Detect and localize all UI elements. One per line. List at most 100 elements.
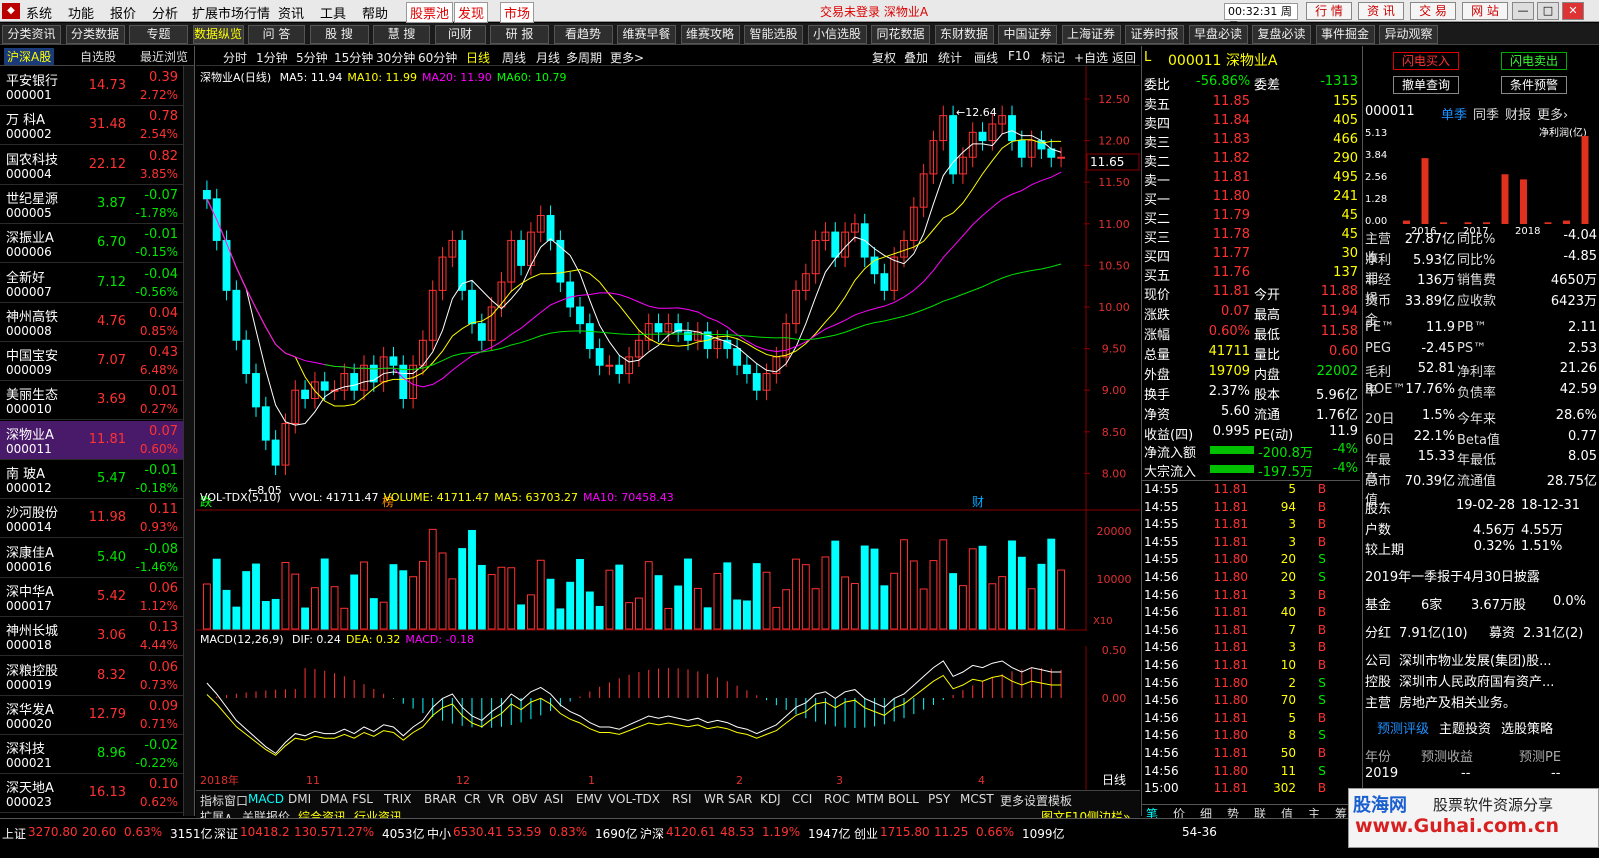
chart-tool-button[interactable]: 标记 [1041, 49, 1065, 66]
period-tab[interactable]: 月线 [536, 49, 560, 66]
period-tab[interactable]: 30分钟 [376, 49, 415, 66]
indicator-tab[interactable]: OBV [512, 792, 538, 806]
index-name[interactable]: 中小 [427, 825, 451, 842]
fin-tab[interactable]: 同季 [1473, 104, 1499, 123]
chart-tool-button[interactable]: 统计 [938, 49, 962, 66]
toolbar-button[interactable]: 慧 搜 [373, 25, 430, 44]
order-query-button[interactable]: 撤单查询 [1393, 76, 1459, 94]
ask-row[interactable]: 卖五 11.85 155 [1142, 94, 1360, 113]
period-tab[interactable]: 15分钟 [334, 49, 373, 66]
period-tab[interactable]: 多周期 [566, 49, 602, 66]
indicator-tab[interactable]: MCST [960, 792, 994, 806]
chart-tool-button[interactable]: 画线 [974, 49, 998, 66]
chart-tool-button[interactable]: F10 [1008, 49, 1030, 63]
ask-row[interactable]: 卖一 11.81 495 [1142, 170, 1360, 189]
indicator-tab[interactable]: CCI [792, 792, 812, 806]
bid-row[interactable]: 买一 11.80 241 [1142, 189, 1360, 208]
stock-row[interactable]: 世纪星源 000005 3.87 -0.07 -1.78% [0, 185, 183, 224]
toolbar-button[interactable]: 分类资讯 [2, 25, 61, 44]
toolbar-button[interactable]: 东财数据 [934, 25, 994, 44]
stock-row[interactable]: 神州长城 000018 3.06 0.13 4.44% [0, 617, 183, 657]
toolbar-button[interactable]: 数据纵览 [192, 25, 244, 44]
indicator-tab[interactable]: TRIX [384, 792, 411, 806]
indicator-tab[interactable]: ROC [824, 792, 850, 806]
chart-tool-button[interactable]: 叠加 [904, 49, 928, 66]
forecast-tab[interactable]: 预测评级 [1377, 718, 1429, 737]
bid-row[interactable]: 买二 11.79 45 [1142, 208, 1360, 227]
bid-row[interactable]: 买四 11.77 30 [1142, 246, 1360, 265]
menu-item[interactable]: 功能 [68, 3, 94, 22]
index-name[interactable]: 上证 [2, 825, 26, 842]
period-tab[interactable]: 5分钟 [296, 49, 328, 66]
stock-row[interactable]: 深粮控股 000019 8.32 0.06 0.73% [0, 657, 183, 696]
stock-row[interactable]: 沙河股份 000014 11.98 0.11 0.93% [0, 499, 183, 539]
stock-row[interactable]: 全新好 000007 7.12 -0.04 -0.56% [0, 264, 183, 303]
indicator-tab[interactable]: ASI [544, 792, 563, 806]
top-nav-button[interactable]: 网 站 [1462, 2, 1508, 20]
indicator-tab[interactable]: CR [464, 792, 481, 806]
menu-item[interactable]: 报价 [110, 3, 136, 22]
stock-list-scrollbar[interactable] [183, 66, 194, 816]
bid-row[interactable]: 买三 11.78 45 [1142, 227, 1360, 246]
period-tab[interactable]: 分时 [223, 49, 247, 66]
macd-chart[interactable]: 0.500.002018年 11 12 1 2 3 4 日线 [196, 646, 1140, 790]
stock-row[interactable]: 万 科A 000002 31.48 0.78 2.54% [0, 106, 183, 146]
top-nav-button[interactable]: 行 情 [1306, 2, 1352, 20]
fin-tab[interactable]: 财报 [1505, 104, 1531, 123]
stock-row[interactable]: 南 玻A 000012 5.47 -0.01 -0.18% [0, 460, 183, 499]
indicator-tab[interactable]: MACD [248, 792, 284, 806]
toolbar-button[interactable]: 异动观察 [1379, 25, 1438, 44]
forecast-tab[interactable]: 选股策略 [1501, 718, 1553, 737]
stock-row[interactable]: 深物业A 000011 11.81 0.07 0.60% [0, 420, 183, 460]
toolbar-button[interactable]: 上海证券 [1061, 25, 1121, 44]
indicator-tab[interactable]: BOLL [888, 792, 919, 806]
stock-row[interactable]: 平安银行 000001 14.73 0.39 2.72% [0, 67, 183, 106]
toolbar-button[interactable]: 智能选股 [744, 25, 803, 44]
indicator-tab[interactable]: DMA [320, 792, 348, 806]
chart-tool-button[interactable]: 返回 [1112, 49, 1136, 66]
ask-row[interactable]: 卖三 11.83 466 [1142, 132, 1360, 151]
stock-row[interactable]: 深振业A 000006 6.70 -0.01 -0.15% [0, 224, 183, 264]
menu-item[interactable]: 分析 [152, 3, 178, 22]
toolbar-button[interactable]: 证券时报 [1125, 25, 1184, 44]
period-tab[interactable]: 日线 [466, 49, 490, 66]
tab-watchlist[interactable]: 自选股 [80, 48, 116, 65]
indicator-tab[interactable]: WR [704, 792, 724, 806]
stock-row[interactable]: 深中华A 000017 5.42 0.06 1.12% [0, 578, 183, 617]
toolbar-button[interactable]: 早盘必读 [1188, 25, 1248, 44]
stock-row[interactable]: 深科技 000021 8.96 -0.02 -0.22% [0, 735, 183, 775]
stock-row[interactable]: 国农科技 000004 22.12 0.82 3.85% [0, 146, 183, 185]
period-tab[interactable]: 60分钟 [418, 49, 457, 66]
indicator-tab[interactable]: KDJ [760, 792, 781, 806]
minimize-icon[interactable]: — [1512, 2, 1534, 20]
indicator-tab[interactable]: FSL [352, 792, 373, 806]
index-name[interactable]: 深证 [214, 825, 238, 842]
indicator-tab[interactable]: RSI [672, 792, 692, 806]
menu-item-red[interactable]: 股票池 [406, 2, 454, 23]
stock-row[interactable]: 深华发A 000020 12.79 0.09 0.71% [0, 696, 183, 735]
tab-recent[interactable]: 最近浏览 [140, 48, 188, 65]
top-nav-button[interactable]: 交 易 [1410, 2, 1456, 20]
toolbar-button[interactable]: 事件掘金 [1315, 25, 1375, 44]
indicator-tab[interactable]: MTM [856, 792, 884, 806]
toolbar-button[interactable]: 看趋势 [553, 25, 613, 44]
toolbar-button[interactable]: 维赛早餐 [617, 25, 676, 44]
close-icon[interactable]: ✕ [1562, 2, 1584, 20]
ask-row[interactable]: 卖四 11.84 405 [1142, 113, 1360, 132]
toolbar-button[interactable]: 股 搜 [309, 25, 369, 44]
menu-item[interactable]: 系统 [26, 3, 52, 22]
indicator-tab[interactable]: VOL-TDX [608, 792, 660, 806]
toolbar-button[interactable]: 研 报 [490, 25, 549, 44]
toolbar-button[interactable]: 问财 [434, 25, 486, 44]
tab-all-a-shares[interactable]: 沪深A股 [4, 48, 55, 65]
toolbar-button[interactable]: 维赛攻略 [680, 25, 740, 44]
maximize-icon[interactable]: □ [1537, 2, 1559, 20]
price-chart[interactable]: 12.50 12.00 11.50 11.00 10.50 10.00 9.50 9.00 8.… [196, 66, 1140, 511]
forecast-tab[interactable]: 主题投资 [1439, 718, 1491, 737]
index-name[interactable]: 创业 [854, 825, 878, 842]
period-tab[interactable]: 更多> [610, 49, 644, 66]
chart-tool-button[interactable]: +自选 [1074, 49, 1108, 66]
ask-row[interactable]: 卖二 11.82 290 [1142, 151, 1360, 170]
menu-item[interactable]: 扩展市场行情 [192, 3, 270, 22]
chart-tool-button[interactable]: 复权 [872, 49, 896, 66]
